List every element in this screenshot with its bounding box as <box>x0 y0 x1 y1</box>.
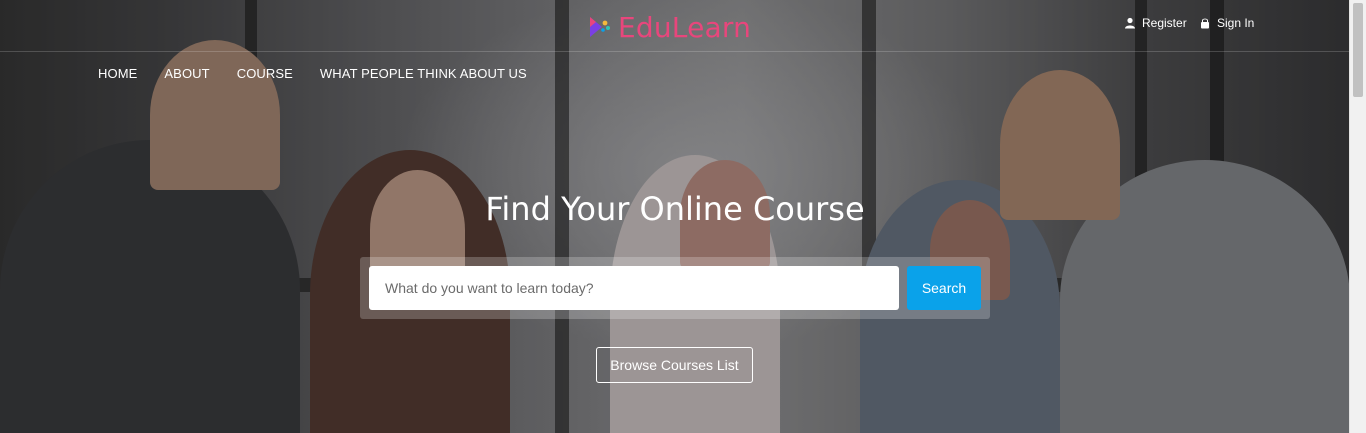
register-link[interactable]: Register <box>1124 16 1187 30</box>
hero-title: Find Your Online Course <box>485 190 865 228</box>
page-scrollbar[interactable] <box>1349 0 1366 433</box>
nav-item-course[interactable]: COURSE <box>237 66 293 81</box>
main-nav: HOME ABOUT COURSE WHAT PEOPLE THINK ABOU… <box>98 66 527 81</box>
nav-item-testimonials[interactable]: WHAT PEOPLE THINK ABOUT US <box>320 66 527 81</box>
top-header: EduLearn Register Sign In <box>0 0 1350 52</box>
scrollbar-thumb[interactable] <box>1353 3 1363 97</box>
search-button[interactable]: Search <box>907 266 981 310</box>
logo-mark-icon <box>590 17 610 37</box>
nav-item-about[interactable]: ABOUT <box>164 66 209 81</box>
user-icon <box>1125 17 1135 29</box>
brand-name: EduLearn <box>618 10 752 44</box>
signin-label: Sign In <box>1217 16 1255 30</box>
search-bar: Search <box>360 257 990 319</box>
search-input[interactable] <box>369 266 899 310</box>
register-label: Register <box>1142 16 1187 30</box>
brand-logo[interactable]: EduLearn <box>586 9 751 45</box>
signin-link[interactable]: Sign In <box>1199 16 1254 30</box>
nav-item-home[interactable]: HOME <box>98 66 137 81</box>
lock-icon <box>1201 18 1209 29</box>
browse-courses-button[interactable]: Browse Courses List <box>596 347 753 383</box>
